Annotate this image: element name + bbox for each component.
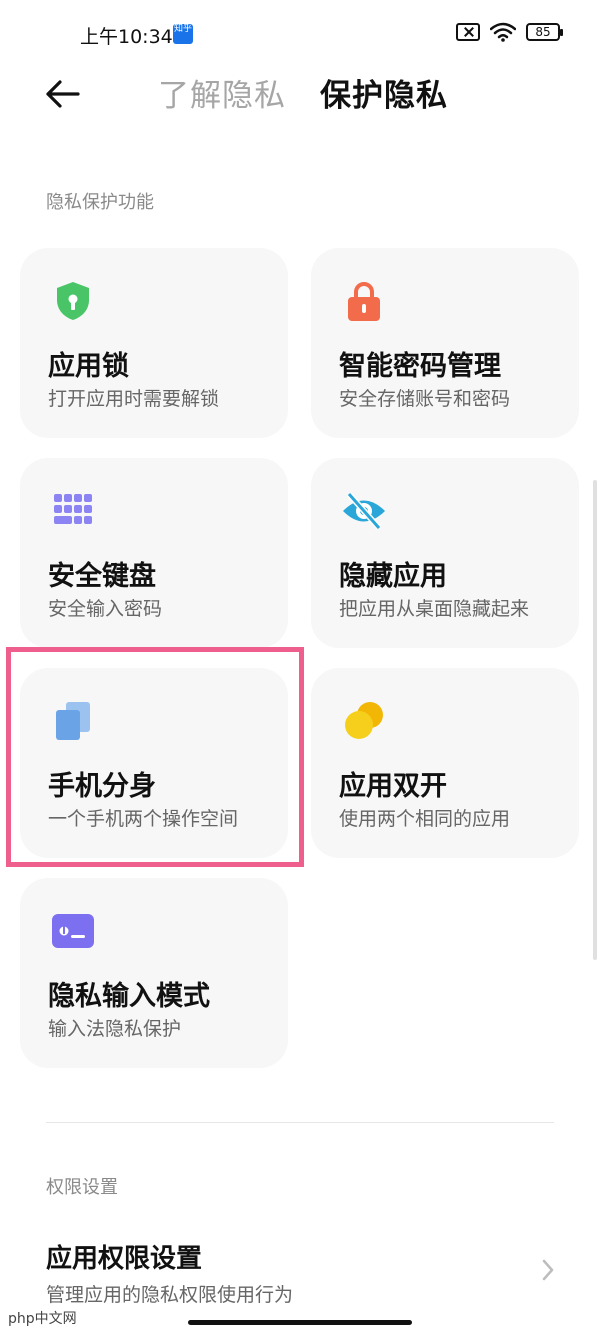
zhihu-notification-icon: 知乎 [173, 24, 193, 44]
card-title: 智能密码管理 [339, 351, 501, 382]
shield-icon [57, 282, 89, 320]
wifi-icon [490, 22, 516, 42]
app-permissions-row[interactable]: 应用权限设置 管理应用的隐私权限使用行为 [0, 1228, 600, 1308]
lock-icon [348, 282, 380, 321]
card-subtitle: 打开应用时需要解锁 [48, 388, 220, 410]
terminal-icon [52, 914, 94, 948]
card-subtitle: 输入法隐私保护 [48, 1018, 182, 1040]
status-time: 上午10:34 [80, 26, 173, 48]
keyboard-icon [54, 494, 92, 524]
card-app-lock[interactable]: 应用锁 打开应用时需要解锁 [20, 248, 288, 438]
no-sim-icon [456, 23, 480, 41]
card-title: 应用双开 [339, 771, 447, 802]
card-subtitle: 使用两个相同的应用 [339, 808, 511, 830]
tab-protect-privacy[interactable]: 保护隐私 [320, 70, 448, 115]
tab-understand-privacy[interactable]: 了解隐私 [158, 70, 286, 115]
eye-off-icon [343, 492, 385, 530]
section-label-permissions: 权限设置 [46, 1177, 118, 1198]
scrollbar[interactable] [593, 480, 597, 960]
section-label-privacy-protection: 隐私保护功能 [46, 192, 154, 213]
status-icons: 85 [456, 22, 563, 42]
card-title: 隐私输入模式 [48, 981, 210, 1012]
status-bar: 上午10:34 知乎 85 [0, 0, 600, 66]
row-title: 应用权限设置 [46, 1244, 203, 1274]
watermark-text: php中文网 [8, 1311, 77, 1327]
row-subtitle: 管理应用的隐私权限使用行为 [46, 1284, 294, 1306]
chevron-right-icon [542, 1259, 554, 1281]
card-secure-keyboard[interactable]: 安全键盘 安全输入密码 [20, 458, 288, 648]
battery-indicator: 85 [526, 23, 563, 41]
card-private-input[interactable]: 隐私输入模式 输入法隐私保护 [20, 878, 288, 1068]
section-divider [46, 1122, 554, 1123]
screen: 上午10:34 知乎 85 了解隐私 保护隐私 隐私保护功能 应用锁 打开应用时… [0, 0, 600, 1333]
card-subtitle: 把应用从桌面隐藏起来 [339, 598, 530, 620]
card-dual-apps[interactable]: 应用双开 使用两个相同的应用 [311, 668, 579, 858]
highlight-frame [6, 647, 304, 867]
card-title: 隐藏应用 [339, 561, 447, 592]
card-password-manager[interactable]: 智能密码管理 安全存储账号和密码 [311, 248, 579, 438]
card-subtitle: 安全存储账号和密码 [339, 388, 511, 410]
card-title: 安全键盘 [48, 561, 156, 592]
dual-app-icon [345, 702, 383, 739]
card-hidden-apps[interactable]: 隐藏应用 把应用从桌面隐藏起来 [311, 458, 579, 648]
card-subtitle: 安全输入密码 [48, 598, 163, 620]
back-arrow-icon[interactable] [40, 74, 84, 114]
home-indicator[interactable] [188, 1320, 412, 1325]
card-title: 应用锁 [48, 351, 129, 382]
